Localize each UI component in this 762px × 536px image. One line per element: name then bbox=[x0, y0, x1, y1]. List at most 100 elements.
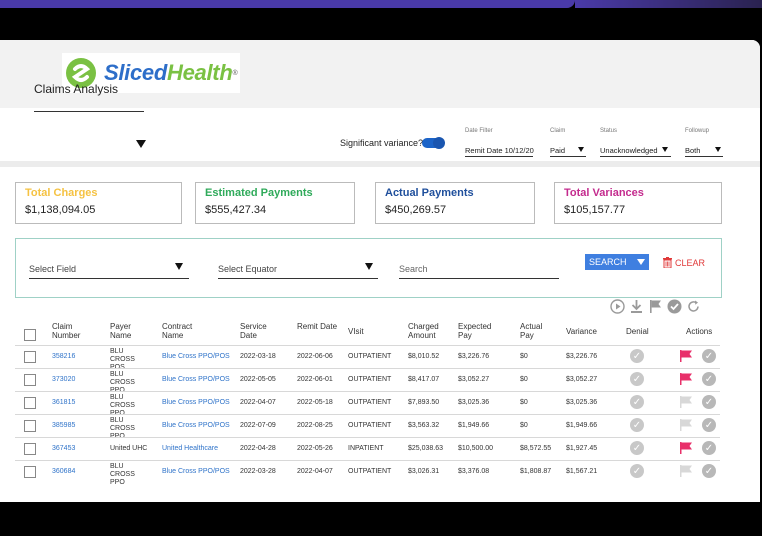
charged-amount-cell: $3,563.32 bbox=[408, 422, 440, 429]
acknowledge-check-icon[interactable]: ✓ bbox=[702, 464, 716, 478]
total-charges-title: Total Charges bbox=[25, 187, 98, 199]
col-actions[interactable]: Actions bbox=[686, 327, 712, 336]
remit-date-cell: 2022-05-18 bbox=[297, 399, 333, 406]
denial-check-icon[interactable]: ✓ bbox=[630, 395, 644, 409]
denial-check-icon[interactable]: ✓ bbox=[630, 464, 644, 478]
acknowledge-check-icon[interactable]: ✓ bbox=[702, 372, 716, 386]
claim-label: Claim bbox=[550, 128, 566, 134]
col-service-date[interactable]: Service Date bbox=[240, 322, 280, 340]
col-payer-name[interactable]: Payer Name bbox=[110, 322, 148, 340]
date-filter-select[interactable]: Remit Date 10/12/20 bbox=[465, 146, 534, 155]
claim-number-link[interactable]: 373020 bbox=[52, 376, 75, 384]
visit-cell: OUTPATIENT bbox=[348, 376, 392, 383]
row-checkbox[interactable] bbox=[24, 397, 36, 409]
remit-date-cell: 2022-04-07 bbox=[297, 468, 333, 475]
flag-icon[interactable] bbox=[648, 299, 663, 314]
device-bottom-bezel bbox=[0, 502, 762, 536]
col-actual-pay[interactable]: Actual Pay bbox=[520, 322, 552, 340]
expected-pay-cell: $3,052.27 bbox=[458, 376, 490, 383]
col-remit-date[interactable]: Remit Date bbox=[297, 322, 337, 331]
background-band-fade bbox=[575, 0, 762, 8]
followup-flag-icon[interactable] bbox=[679, 441, 693, 455]
toggle-knob bbox=[433, 137, 445, 149]
col-denial[interactable]: Denial bbox=[626, 327, 649, 336]
col-contract-name[interactable]: Contract Name bbox=[162, 322, 212, 340]
significant-variance-label: Significant variance? bbox=[340, 138, 424, 148]
status-dropdown-icon[interactable] bbox=[662, 147, 668, 152]
contract-name-link[interactable]: United Healthcare bbox=[162, 445, 218, 453]
actual-pay-cell: $0 bbox=[520, 399, 528, 406]
significant-variance-toggle[interactable] bbox=[422, 137, 445, 149]
refresh-icon[interactable] bbox=[686, 299, 701, 314]
row-checkbox[interactable] bbox=[24, 351, 36, 363]
select-all-checkbox[interactable] bbox=[24, 329, 36, 341]
select-equator-dropdown[interactable]: Select Equator bbox=[218, 264, 277, 274]
acknowledge-check-icon[interactable]: ✓ bbox=[702, 418, 716, 432]
denial-check-icon[interactable]: ✓ bbox=[630, 349, 644, 363]
claim-number-link[interactable]: 358216 bbox=[52, 353, 75, 361]
row-checkbox[interactable] bbox=[24, 420, 36, 432]
acknowledge-check-icon[interactable]: ✓ bbox=[702, 395, 716, 409]
denial-check-icon[interactable]: ✓ bbox=[630, 418, 644, 432]
clear-button[interactable]: CLEAR bbox=[663, 257, 705, 268]
actual-pay-cell: $8,572.55 bbox=[520, 445, 552, 452]
remit-date-cell: 2022-06-01 bbox=[297, 376, 333, 383]
charged-amount-cell: $3,026.31 bbox=[408, 468, 440, 475]
claim-dropdown-icon[interactable] bbox=[578, 147, 584, 152]
acknowledge-check-icon[interactable]: ✓ bbox=[702, 441, 716, 455]
check-circle-icon[interactable] bbox=[667, 299, 682, 314]
row-checkbox[interactable] bbox=[24, 374, 36, 386]
estimated-payments-title: Estimated Payments bbox=[205, 187, 313, 199]
followup-flag-icon[interactable] bbox=[679, 464, 693, 478]
followup-flag-icon[interactable] bbox=[679, 418, 693, 432]
acknowledge-check-icon[interactable]: ✓ bbox=[702, 349, 716, 363]
contract-name-link[interactable]: Blue Cross PPO/POS bbox=[162, 422, 230, 430]
followup-flag-icon[interactable] bbox=[679, 372, 693, 386]
select-field-dropdown[interactable]: Select Field bbox=[29, 264, 76, 274]
total-variances-card: Total Variances $105,157.77 bbox=[554, 182, 722, 224]
col-charged-amount[interactable]: Charged Amount bbox=[408, 322, 450, 340]
section-divider bbox=[0, 161, 760, 167]
total-charges-card: Total Charges $1,138,094.05 bbox=[15, 182, 182, 224]
claim-select[interactable]: Paid bbox=[550, 146, 565, 155]
payer-name-cell: United UHC bbox=[110, 445, 148, 452]
denial-check-icon[interactable]: ✓ bbox=[630, 441, 644, 455]
status-select[interactable]: Unacknowledged bbox=[600, 146, 658, 155]
play-icon[interactable] bbox=[610, 299, 625, 314]
followup-select[interactable]: Both bbox=[685, 146, 700, 155]
contract-name-link[interactable]: Blue Cross PPO/POS bbox=[162, 353, 230, 361]
select-equator-chevron-icon[interactable] bbox=[365, 263, 373, 270]
followup-dropdown-icon[interactable] bbox=[715, 147, 721, 152]
col-variance[interactable]: Variance bbox=[566, 327, 597, 336]
charged-amount-cell: $25,038.63 bbox=[408, 445, 444, 452]
followup-flag-icon[interactable] bbox=[679, 395, 693, 409]
visit-cell: OUTPATIENT bbox=[348, 353, 392, 360]
date-filter-label: Date Filter bbox=[465, 128, 493, 134]
row-checkbox[interactable] bbox=[24, 443, 36, 455]
col-claim-number[interactable]: Claim Number bbox=[52, 322, 97, 340]
followup-flag-icon[interactable] bbox=[679, 349, 693, 363]
claim-number-link[interactable]: 360684 bbox=[52, 468, 75, 476]
report-dropdown-icon[interactable] bbox=[136, 140, 146, 148]
download-icon[interactable] bbox=[629, 299, 644, 314]
contract-name-link[interactable]: Blue Cross PPO/POS bbox=[162, 376, 230, 384]
row-checkbox[interactable] bbox=[24, 466, 36, 478]
search-button-label: SEARCH bbox=[589, 257, 627, 267]
claim-number-link[interactable]: 385985 bbox=[52, 422, 75, 430]
logo-wordmark: SlicedHealth bbox=[104, 60, 233, 85]
variance-cell: $1,567.21 bbox=[566, 468, 598, 475]
col-visit[interactable]: VIsit bbox=[348, 327, 364, 336]
col-expected-pay[interactable]: Expected Pay bbox=[458, 322, 498, 340]
claim-number-link[interactable]: 367453 bbox=[52, 445, 75, 453]
search-button[interactable]: SEARCH bbox=[585, 254, 649, 270]
contract-name-link[interactable]: Blue Cross PPO/POS bbox=[162, 399, 230, 407]
select-field-chevron-icon[interactable] bbox=[175, 263, 183, 270]
date-filter-underline bbox=[465, 156, 533, 157]
expected-pay-cell: $3,226.76 bbox=[458, 353, 490, 360]
denial-check-icon[interactable]: ✓ bbox=[630, 372, 644, 386]
contract-name-link[interactable]: Blue Cross PPO/POS bbox=[162, 468, 230, 476]
report-select[interactable]: Claims Analysis bbox=[34, 82, 118, 96]
claim-number-link[interactable]: 361815 bbox=[52, 399, 75, 407]
trash-icon bbox=[663, 257, 672, 268]
search-input[interactable]: Search bbox=[399, 264, 428, 274]
